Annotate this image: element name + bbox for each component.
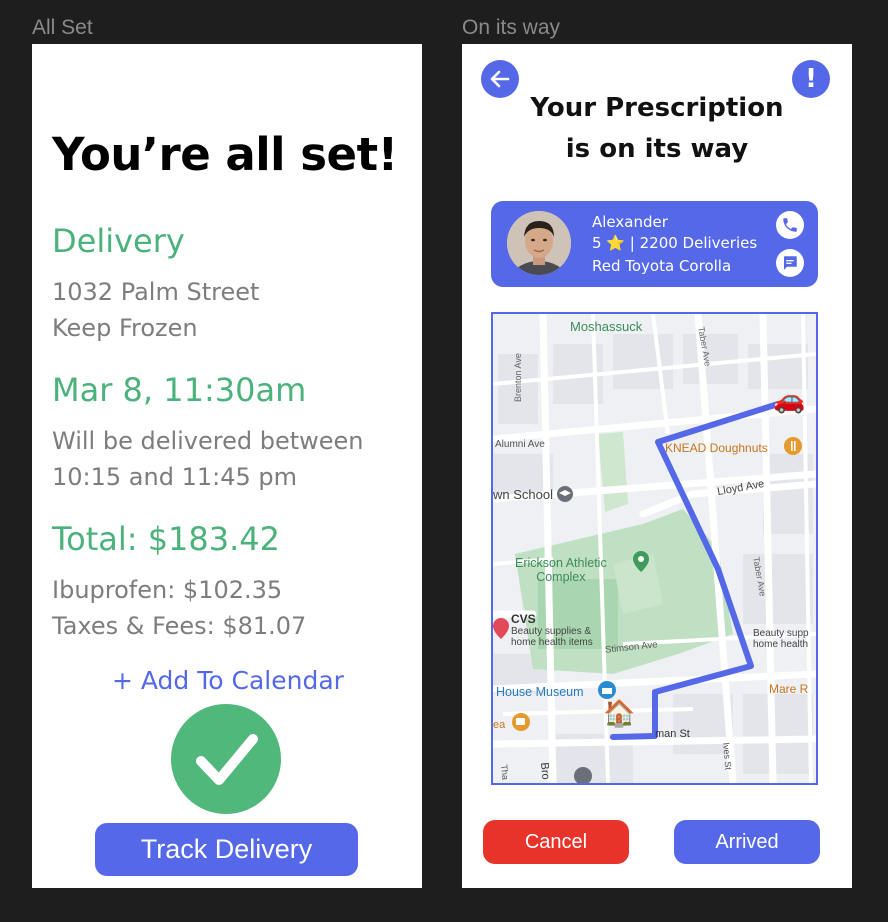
map-label-man-st: man St [655,728,690,740]
map-label-house-museum: House Museum [496,685,584,699]
title-line-1: Your Prescription [530,93,784,123]
checkmark-icon [171,704,281,814]
total-heading: Total: $183.42 [52,520,281,558]
message-icon [784,256,797,270]
driver-rating: 5 ⭐ | 2200 Deliveries [592,234,757,252]
cancel-button[interactable]: Cancel [483,820,629,864]
frame-label-all-set: All Set [32,16,93,39]
phone-icon [783,218,797,232]
all-set-screen: You’re all set! Delivery 1032 Palm Stree… [32,44,422,888]
message-driver-button[interactable] [776,249,804,277]
map-label-cvs: CVS [511,612,536,626]
map-label-erickson-2: Complex [536,570,586,584]
map-label-cvs-sub-2: home health items [511,637,593,648]
map-label-ea: ea [493,719,506,731]
delivery-instructions: Keep Frozen [52,314,198,342]
map-label-tha: Tha [499,764,511,781]
map-label-mare: Mare R [769,682,809,696]
map-label-knead: KNEAD Doughnuts [665,441,768,455]
map-label-erickson-1: Erickson Athletic [515,556,607,570]
page-title: You’re all set! [52,128,398,181]
page-title: Your Prescription is on its way [462,88,852,170]
map-label-cvs-sub-1: Beauty supplies & [511,626,592,637]
track-delivery-button[interactable]: Track Delivery [95,823,358,876]
car-icon: 🚗 [773,384,806,414]
map-label-beauty-right: Beauty supp home health [753,628,809,650]
driver-name: Alexander [592,213,668,231]
delivery-map[interactable]: 🚗 🏠 Moshassuck Brenton Ave Taber Ave Alu… [491,312,818,785]
delivery-count: | 2200 Deliveries [629,234,758,252]
line-item-taxes: Taxes & Fees: $81.07 [52,612,307,640]
delivery-date-heading: Mar 8, 11:30am [52,371,307,409]
arrived-button[interactable]: Arrived [674,820,820,864]
delivery-window-line1: Will be delivered between [52,427,364,455]
add-to-calendar-link[interactable]: + Add To Calendar [112,666,344,695]
map-label-erickson: Erickson Athletic Complex [515,556,607,584]
on-its-way-screen: ! Your Prescription is on its way Alexan… [462,44,852,888]
rating-value: 5 [592,234,602,252]
delivery-address: 1032 Palm Street [52,278,260,306]
map-label-alumni: Alumni Ave [495,439,545,450]
driver-car: Red Toyota Corolla [592,257,732,275]
line-item-ibuprofen: Ibuprofen: $102.35 [52,576,283,604]
driver-avatar [507,211,571,275]
map-label-cvs-sub: Beauty supplies & home health items [511,626,593,648]
map-label-brenton: Brenton Ave [513,353,523,402]
frame-label-on-its-way: On its way [462,16,561,39]
star-icon: ⭐ [606,234,626,252]
delivery-window-line2: 10:15 and 11:45 pm [52,463,297,491]
call-driver-button[interactable] [776,211,804,239]
delivery-heading: Delivery [52,222,185,260]
map-label-bro: Bro [538,762,552,781]
map-label-beauty-right-1: Beauty supp [753,628,809,639]
map-label-moshassuck: Moshassuck [570,319,643,334]
title-line-2: is on its way [565,134,749,164]
map-label-school: wn School [493,487,553,502]
driver-card: Alexander 5 ⭐ | 2200 Deliveries Red Toyo… [491,201,818,287]
map-label-beauty-right-2: home health [753,639,809,650]
house-icon: 🏠 [603,698,636,728]
